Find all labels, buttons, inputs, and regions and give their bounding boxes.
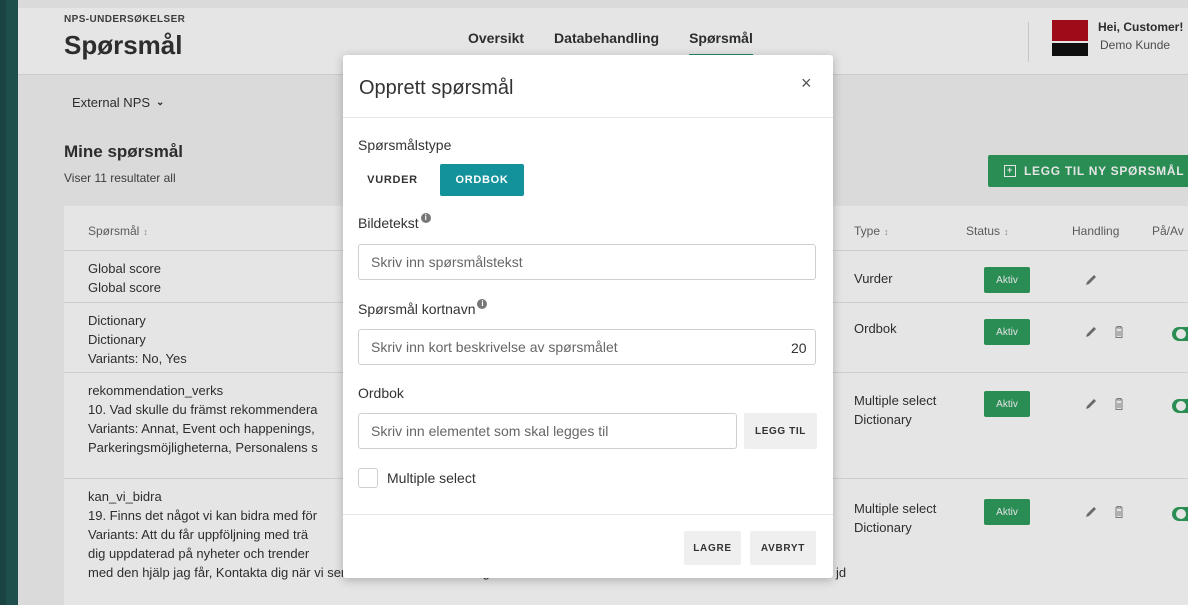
type-option-vurder[interactable]: VURDER (358, 164, 427, 196)
dialog-divider-top (343, 117, 833, 118)
caption-label-text: Bildetekst (358, 215, 419, 231)
shortname-input[interactable] (358, 329, 816, 365)
dialog-divider-bottom (343, 514, 833, 515)
app: NPS-UNDERSØKELSER Spørsmål Oversikt Data… (0, 0, 1188, 605)
info-icon[interactable]: i (420, 213, 431, 223)
caption-label: Bildetekst i (358, 213, 431, 231)
create-question-dialog: Opprett spørsmål × Spørsmålstype VURDER … (343, 55, 833, 578)
shortname-label-text: Spørsmål kortnavn (358, 301, 476, 317)
dictionary-label: Ordbok (358, 385, 404, 401)
type-option-ordbok[interactable]: ORDBOK (440, 164, 524, 196)
multiple-select-checkbox[interactable] (358, 468, 378, 488)
multiple-select-label[interactable]: Multiple select (387, 470, 476, 486)
question-type-label: Spørsmålstype (358, 137, 451, 153)
info-icon[interactable]: i (477, 299, 488, 309)
add-item-button[interactable]: LEGG TIL (744, 413, 817, 449)
character-counter: 20 (791, 340, 807, 356)
caption-input[interactable] (358, 244, 816, 280)
question-type-label-text: Spørsmålstype (358, 137, 452, 153)
cancel-button[interactable]: AVBRYT (750, 531, 816, 565)
close-icon[interactable]: × (801, 73, 812, 94)
dialog-title: Opprett spørsmål (359, 77, 514, 99)
dictionary-item-input[interactable] (358, 413, 737, 449)
shortname-label: Spørsmål kortnavn i (358, 299, 488, 317)
save-button[interactable]: LAGRE (684, 531, 741, 565)
question-type-selector: VURDER ORDBOK (358, 164, 524, 196)
dictionary-label-text: Ordbok (358, 385, 404, 401)
